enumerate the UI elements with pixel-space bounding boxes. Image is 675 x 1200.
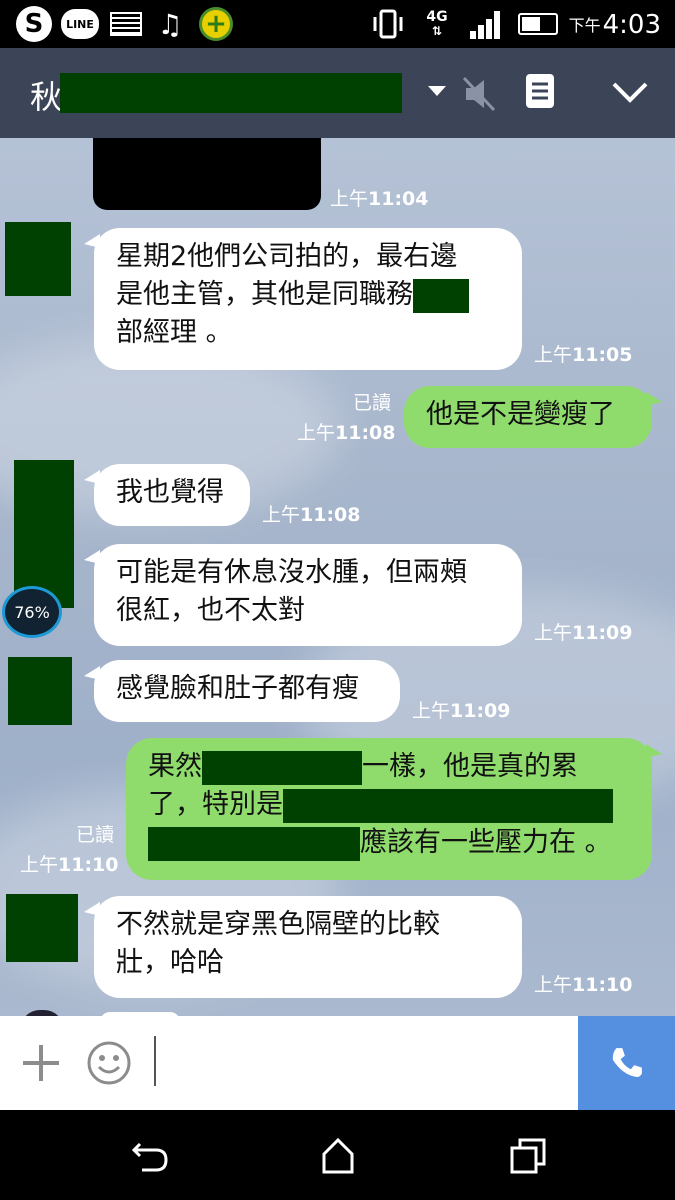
plus-app-icon: + xyxy=(196,6,236,42)
chat-title[interactable]: 秋 xyxy=(30,72,62,118)
signal-icon xyxy=(466,6,506,42)
incoming-message[interactable]: 星期2他們公司拍的，最右邊 是他主管，其他是同職務 部經理 。 xyxy=(84,228,522,370)
status-bar: S LINE ♫ + 4G ⇅ 下午 4:03 xyxy=(0,0,675,48)
navigation-bar xyxy=(0,1110,675,1200)
battery-icon xyxy=(516,6,560,42)
image-message[interactable] xyxy=(93,138,321,210)
status-clock: 下午 4:03 xyxy=(568,10,661,40)
emoji-icon[interactable] xyxy=(86,1040,132,1086)
mute-icon[interactable] xyxy=(460,74,500,114)
vibrate-icon xyxy=(370,6,406,42)
image-icon xyxy=(108,6,144,42)
message-time: 上午11:08 xyxy=(262,504,361,526)
message-time: 上午11:04 xyxy=(330,188,429,210)
incoming-message[interactable]: 我也覺得 xyxy=(84,464,250,526)
read-receipt: 已讀 xyxy=(76,824,115,846)
message-time: 上午11:08 xyxy=(297,422,396,444)
message-time: 上午11:09 xyxy=(412,700,511,722)
plus-icon[interactable] xyxy=(20,1042,62,1084)
message-input-bar xyxy=(0,1016,675,1110)
message-time: 上午11:09 xyxy=(534,622,633,644)
message-input[interactable] xyxy=(154,1036,574,1090)
chat-area[interactable]: 上午11:04 星期2他們公司拍的，最右邊 是他主管，其他是同職務 部經理 。 … xyxy=(0,138,675,1016)
redacted-name xyxy=(60,73,402,113)
incoming-message[interactable]: 感覺臉和肚子都有瘦 xyxy=(84,660,400,722)
outgoing-message[interactable]: 果然 一樣，他是真的累 了，特別是 應該有一些壓力在 。 xyxy=(126,738,662,880)
music-icon: ♫ xyxy=(157,7,183,41)
message-time: 上午11:10 xyxy=(20,854,119,876)
home-icon[interactable] xyxy=(316,1134,360,1178)
text-caret xyxy=(154,1036,156,1086)
outgoing-message[interactable]: 他是不是變瘦了 xyxy=(404,386,662,448)
chat-header: 秋 xyxy=(0,48,675,138)
avatar[interactable] xyxy=(14,460,74,608)
chevron-down-icon[interactable] xyxy=(424,78,450,104)
network-icon: 4G ⇅ xyxy=(426,9,448,38)
incoming-message[interactable]: 可能是有休息沒水腫，但兩頰 很紅，也不太對 xyxy=(84,544,522,646)
call-button[interactable] xyxy=(578,1016,675,1110)
incoming-message[interactable]: 不然就是穿黑色隔壁的比較 壯，哈哈 xyxy=(84,896,522,998)
recent-apps-icon[interactable] xyxy=(506,1134,550,1178)
message-time: 上午11:10 xyxy=(534,974,633,996)
message-time: 上午11:05 xyxy=(534,344,633,366)
skype-icon: S xyxy=(14,6,54,42)
back-icon[interactable] xyxy=(128,1134,172,1178)
avatar[interactable] xyxy=(6,894,78,962)
phone-icon xyxy=(612,1048,642,1077)
notes-icon[interactable] xyxy=(524,72,556,110)
line-icon: LINE xyxy=(60,6,100,42)
collapse-icon[interactable] xyxy=(606,72,654,112)
network-type: 4G xyxy=(426,9,448,25)
avatar[interactable] xyxy=(8,657,72,725)
avatar[interactable] xyxy=(5,222,71,296)
avatar-badge: 76% xyxy=(2,586,62,638)
read-receipt: 已讀 xyxy=(353,392,392,414)
